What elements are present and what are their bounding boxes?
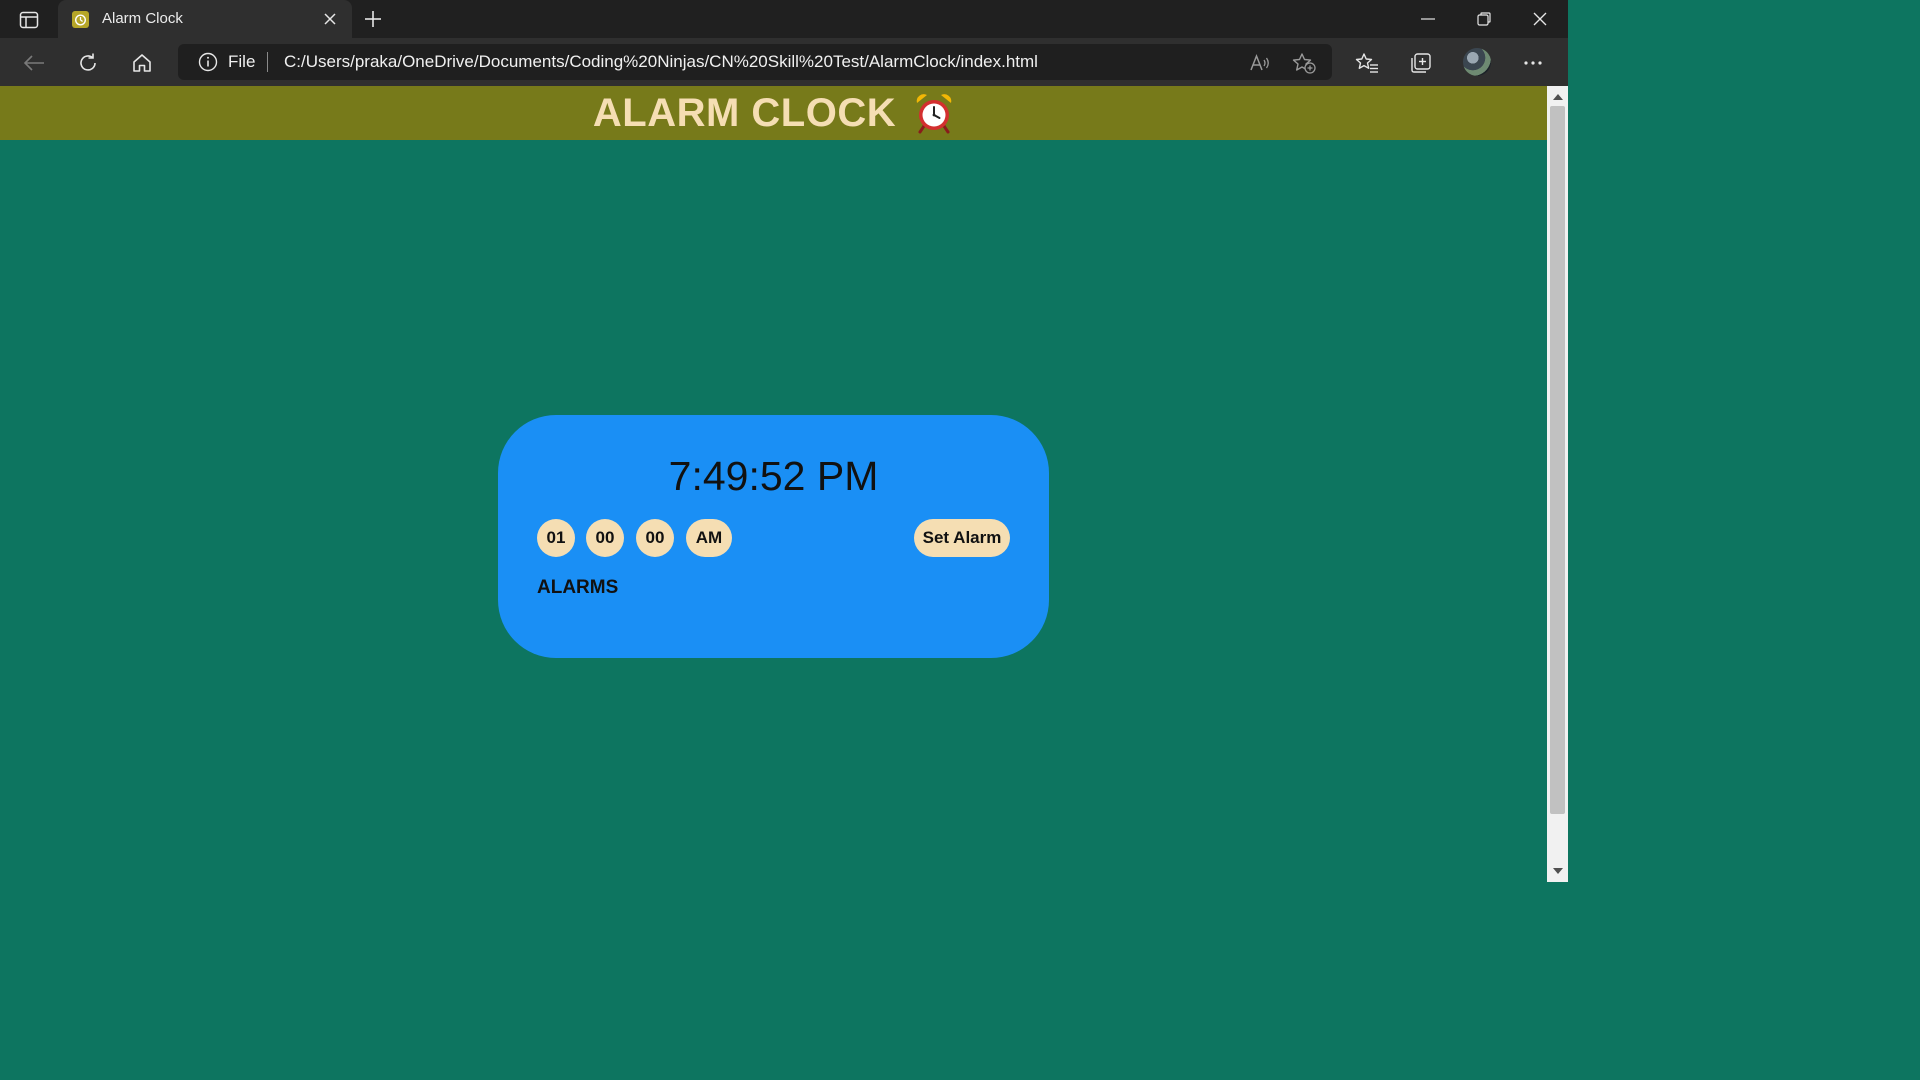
browser-tab-bar: Alarm Clock (0, 0, 1568, 38)
scroll-up-icon[interactable] (1547, 88, 1568, 106)
tab-alarm-clock[interactable]: Alarm Clock (58, 0, 352, 38)
scroll-down-icon[interactable] (1547, 862, 1568, 880)
refresh-icon[interactable] (75, 50, 101, 76)
scrollbar-thumb[interactable] (1550, 106, 1565, 814)
browser-toolbar: File C:/Users/praka/OneDrive/Documents/C… (0, 38, 1568, 86)
hour-select[interactable]: 01 (537, 519, 575, 557)
minute-select[interactable]: 00 (586, 519, 624, 557)
close-window-icon[interactable] (1512, 0, 1568, 38)
set-alarm-button[interactable]: Set Alarm (914, 519, 1010, 557)
am-pm-select[interactable]: AM (686, 519, 732, 557)
info-icon[interactable] (198, 52, 218, 72)
alarm-clock-emoji (914, 92, 954, 134)
avatar[interactable] (1463, 48, 1491, 76)
url-text[interactable]: C:/Users/praka/OneDrive/Documents/Coding… (284, 52, 1038, 72)
minimize-icon[interactable] (1400, 0, 1456, 38)
add-favorite-icon[interactable] (1292, 51, 1316, 75)
alarm-card: 7:49:52 PM 01 00 00 AM Set Alarm ALARMS (498, 415, 1049, 658)
address-bar[interactable]: File C:/Users/praka/OneDrive/Documents/C… (178, 44, 1332, 80)
page-scrollbar[interactable] (1547, 86, 1568, 882)
tab-title: Alarm Clock (102, 10, 183, 27)
current-time-display: 7:49:52 PM (668, 453, 879, 499)
alarm-clock-favicon (72, 11, 89, 28)
second-select[interactable]: 00 (636, 519, 674, 557)
back-icon[interactable] (21, 50, 47, 76)
favorites-icon[interactable] (1354, 50, 1380, 76)
read-aloud-icon[interactable] (1248, 51, 1272, 75)
home-icon[interactable] (129, 50, 155, 76)
alarms-heading: ALARMS (537, 577, 619, 598)
new-tab-icon[interactable] (362, 8, 384, 30)
address-scheme-label: File (228, 52, 256, 71)
address-divider (267, 52, 268, 72)
page-viewport: ALARM CLOCK 7:49:52 PM 01 00 00 AM Set A… (0, 86, 1547, 882)
collections-icon[interactable] (1408, 50, 1434, 76)
restore-icon[interactable] (1456, 0, 1512, 38)
page-title: ALARM CLOCK (592, 90, 897, 135)
tab-actions-icon[interactable] (14, 9, 44, 31)
close-icon[interactable] (320, 9, 340, 29)
page-header: ALARM CLOCK (0, 86, 1547, 140)
more-icon[interactable] (1520, 50, 1546, 76)
